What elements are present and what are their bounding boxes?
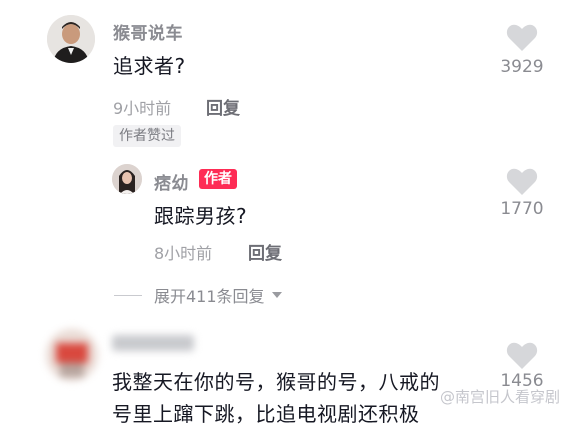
like-count: 1770	[500, 199, 544, 219]
comment-time: 9小时前	[113, 99, 172, 118]
user-avatar-icon	[112, 164, 142, 194]
comment-text: 追求者?	[113, 54, 186, 78]
avatar[interactable]	[46, 329, 98, 381]
comment-text: 我整天在你的号，猴哥的号，八戒的	[112, 370, 440, 394]
like-button[interactable]: 3929	[492, 24, 552, 80]
expand-divider	[114, 295, 142, 296]
heart-icon	[506, 168, 538, 195]
like-button[interactable]: 1770	[492, 168, 552, 224]
watermark: @南宫旧人看穿剧	[440, 388, 561, 406]
reply-button[interactable]: 回复	[206, 94, 240, 119]
avatar[interactable]	[112, 164, 142, 194]
comment-time: 8小时前	[154, 244, 213, 263]
comment-username[interactable]: 痞幼	[154, 169, 189, 194]
comment-text-cutoff: 号里上蹿下跳，比追电视剧还积极	[112, 402, 420, 426]
expand-replies-button[interactable]: 展开411条回复	[154, 284, 283, 306]
comment-username[interactable]: 猴哥说车	[113, 19, 183, 44]
heart-icon	[506, 24, 538, 51]
author-liked-badge: 作者赞过	[113, 125, 181, 147]
heart-icon	[506, 342, 538, 369]
author-badge: 作者	[199, 169, 237, 189]
blurred-username	[112, 335, 194, 351]
avatar[interactable]	[47, 15, 95, 63]
like-count: 3929	[500, 57, 544, 77]
comment-text: 跟踪男孩?	[154, 204, 248, 228]
reply-button[interactable]: 回复	[248, 239, 282, 264]
expand-replies-label: 展开411条回复	[154, 287, 265, 306]
user-avatar-icon	[46, 329, 98, 381]
chevron-down-icon	[271, 292, 282, 298]
user-avatar-icon	[47, 15, 95, 63]
